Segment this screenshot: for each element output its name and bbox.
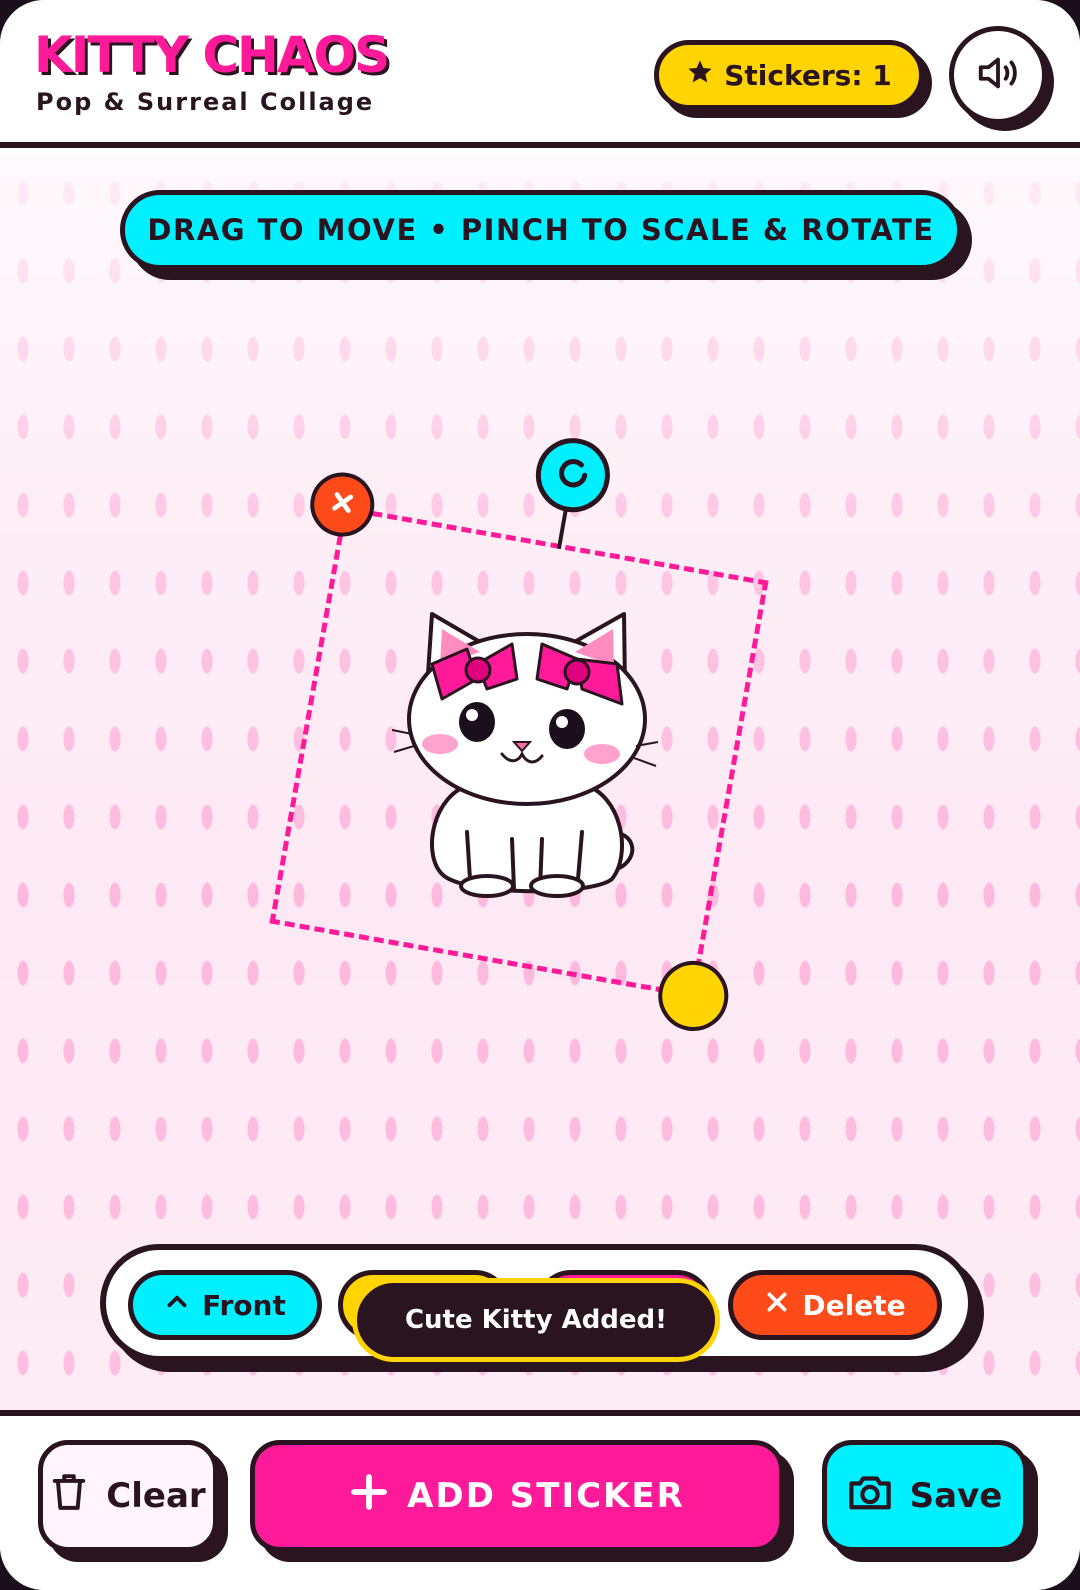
bring-to-front-label: Front (202, 1288, 286, 1322)
instruction-banner: DRAG TO MOVE • PINCH TO SCALE & ROTATE (120, 190, 962, 270)
scale-handle[interactable] (652, 955, 734, 1037)
chevron-up-icon (164, 1289, 190, 1322)
sticker-count-badge: Stickers: 1 (654, 40, 924, 110)
save-label: Save (909, 1476, 1003, 1516)
collage-canvas[interactable]: DRAG TO MOVE • PINCH TO SCALE & ROTATE F… (0, 154, 1080, 1410)
trash-icon (50, 1471, 88, 1522)
delete-sticker-handle[interactable] (305, 467, 380, 542)
delete-sticker-button[interactable]: Delete (728, 1270, 942, 1340)
delete-label: Delete (802, 1288, 906, 1322)
close-icon (326, 486, 359, 522)
close-icon (764, 1289, 790, 1322)
sticker-count-label: Stickers: 1 (724, 58, 892, 92)
toast-notification: Cute Kitty Added! (352, 1278, 720, 1362)
app-subtitle: Pop & Surreal Collage (36, 88, 375, 116)
star-icon (686, 58, 714, 93)
app-title: KITTY CHAOS (34, 26, 390, 84)
save-button[interactable]: Save (822, 1440, 1028, 1552)
add-sticker-label: ADD STICKER (407, 1476, 685, 1516)
sound-toggle-button[interactable] (949, 26, 1047, 124)
add-sticker-button[interactable]: ADD STICKER (250, 1440, 784, 1552)
plus-icon (349, 1472, 389, 1521)
speaker-icon (975, 50, 1021, 100)
app-frame: KITTY CHAOS Pop & Surreal Collage Sticke… (0, 0, 1080, 1590)
clear-label: Clear (106, 1476, 206, 1516)
kitty-sticker[interactable] (391, 604, 662, 914)
bottom-action-bar: Clear ADD STICKER Save (0, 1410, 1080, 1590)
header: KITTY CHAOS Pop & Surreal Collage Sticke… (0, 0, 1080, 148)
bring-to-front-button[interactable]: Front (128, 1270, 322, 1340)
rotate-icon (549, 450, 596, 500)
clear-button[interactable]: Clear (38, 1440, 218, 1552)
camera-icon (848, 1472, 892, 1521)
rotate-handle[interactable] (530, 432, 616, 519)
